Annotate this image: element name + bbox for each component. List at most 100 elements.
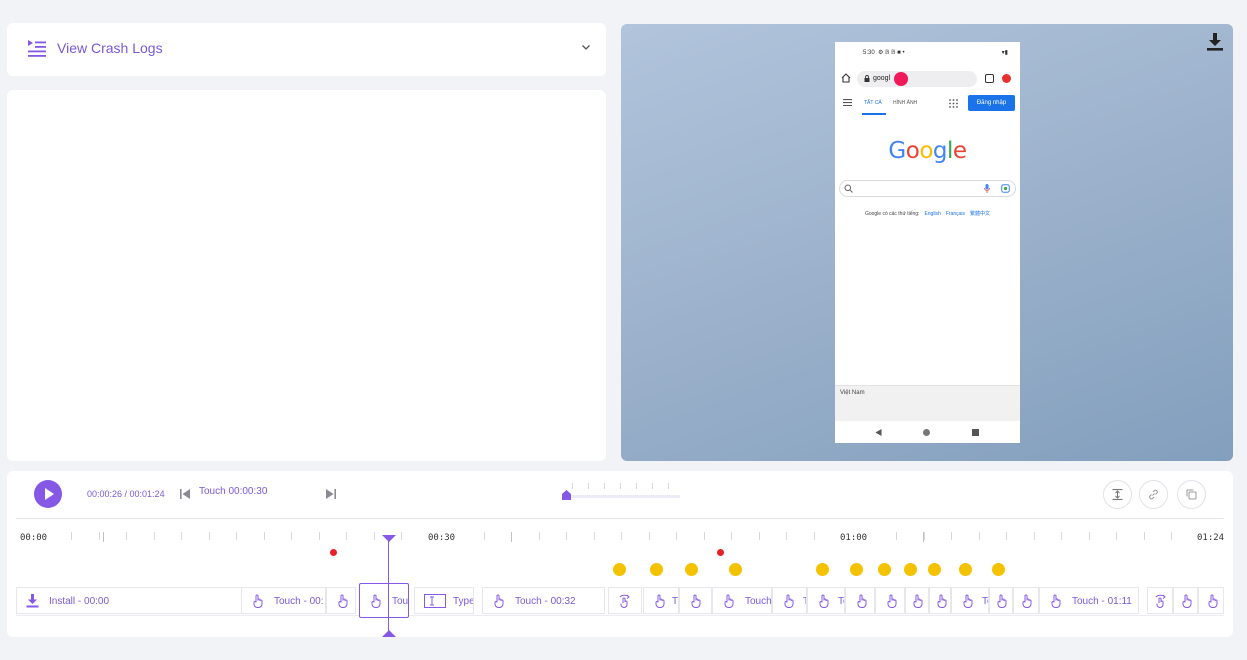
home-icon[interactable] — [841, 73, 851, 83]
timeline-event[interactable] — [875, 587, 905, 614]
skip-previous-icon[interactable] — [179, 488, 191, 500]
ruler-tick — [484, 532, 485, 540]
hand-pointer-icon — [724, 594, 734, 608]
ruler-label: 01:00 — [840, 533, 868, 543]
ruler-tick — [181, 532, 182, 540]
timeline-event[interactable] — [1198, 587, 1224, 614]
warning-marker[interactable] — [729, 563, 742, 576]
playhead-handle-top[interactable] — [382, 535, 396, 542]
timeline-event[interactable] — [929, 587, 951, 614]
hand-pointer-icon — [1182, 594, 1192, 608]
language-link[interactable]: English — [924, 211, 940, 217]
warning-marker[interactable] — [685, 563, 698, 576]
language-link[interactable]: Français — [946, 211, 965, 217]
hand-pointer-icon — [253, 594, 263, 608]
play-button[interactable] — [34, 480, 62, 508]
warning-marker[interactable] — [904, 563, 917, 576]
timeline-event[interactable] — [1147, 587, 1173, 614]
timeline-event[interactable]: Install - 00:00 — [16, 587, 242, 614]
lens-icon[interactable] — [1001, 184, 1010, 193]
nav-back-icon[interactable] — [875, 429, 882, 436]
playhead-handle-bottom[interactable] — [382, 630, 396, 637]
crash-marker[interactable] — [330, 549, 337, 556]
warning-marker[interactable] — [613, 563, 626, 576]
warning-marker[interactable] — [650, 563, 663, 576]
lock-icon — [864, 75, 870, 82]
hand-pointer-icon — [494, 594, 504, 608]
play-icon — [45, 488, 54, 500]
warning-marker[interactable] — [992, 563, 1005, 576]
timeline-event[interactable]: Touch - 01:11 — [1039, 587, 1139, 614]
timeline-event[interactable]: Touch - 00:32 — [482, 587, 605, 614]
warning-marker[interactable] — [928, 563, 941, 576]
speed-knob[interactable] — [562, 490, 571, 500]
timeline-event[interactable] — [989, 587, 1013, 614]
copy-button[interactable] — [1177, 480, 1206, 509]
timeline-event[interactable]: T — [643, 587, 679, 614]
address-bar[interactable]: googl ı — [857, 71, 977, 87]
apps-grid-icon[interactable] — [949, 99, 958, 108]
ruler-tick — [951, 532, 952, 540]
browser-menu-icon[interactable] — [1002, 74, 1011, 83]
fit-height-button[interactable] — [1103, 480, 1132, 509]
warning-marker[interactable] — [816, 563, 829, 576]
speed-tick — [668, 483, 669, 489]
speed-tick — [604, 483, 605, 489]
tab-all[interactable]: TẤT CẢ — [864, 100, 882, 106]
microphone-icon[interactable] — [984, 184, 990, 193]
speed-tick — [620, 483, 621, 489]
timeline-event[interactable] — [845, 587, 875, 614]
ruler-tick — [731, 532, 732, 540]
timeline-event[interactable]: Type — [414, 587, 474, 614]
skip-next-icon[interactable] — [325, 488, 337, 500]
ruler-tick-major — [103, 532, 104, 542]
nav-recents-icon[interactable] — [972, 429, 979, 436]
timeline-event[interactable]: To — [807, 587, 845, 614]
nav-home-icon[interactable] — [923, 429, 930, 436]
crash-marker[interactable] — [717, 549, 724, 556]
timeline-event[interactable]: Touch - 00: — [241, 587, 326, 614]
timeline-event[interactable]: T — [772, 587, 807, 614]
event-label: Tou — [392, 596, 409, 607]
timeline-event[interactable] — [608, 587, 642, 614]
timeline-event[interactable] — [905, 587, 929, 614]
chevron-down-icon[interactable] — [580, 41, 592, 53]
timeline-event-selected[interactable]: Tou — [359, 583, 409, 618]
speed-tick — [572, 483, 573, 489]
copy-link-button[interactable] — [1139, 480, 1168, 509]
timeline-event[interactable] — [326, 587, 356, 614]
timeline-divider — [16, 518, 1224, 519]
tab-images[interactable]: HÌNH ẢNH — [893, 100, 917, 106]
timeline-event[interactable] — [1173, 587, 1198, 614]
ruler-tick — [154, 532, 155, 540]
ruler-tick — [621, 532, 622, 540]
timeline-event[interactable]: To — [951, 587, 989, 614]
timeline-event[interactable] — [679, 587, 712, 614]
playhead[interactable] — [388, 537, 389, 635]
ruler-label: 00:30 — [428, 533, 456, 543]
ruler-tick — [1006, 532, 1007, 540]
playback-speed-slider[interactable] — [562, 481, 680, 501]
sign-in-button[interactable]: Đăng nhập — [968, 95, 1015, 111]
event-track: Install - 00:00 Touch - 00: Tou Type Tou… — [16, 583, 1224, 618]
ruler-tick — [1034, 532, 1035, 540]
warning-marker[interactable] — [959, 563, 972, 576]
ruler-tick-major — [511, 532, 512, 542]
language-link[interactable]: 繁體中文 — [970, 211, 990, 217]
warning-marker[interactable] — [850, 563, 863, 576]
warning-marker[interactable] — [878, 563, 891, 576]
timeline-event[interactable] — [1013, 587, 1039, 614]
timeline-event[interactable]: Touch — [712, 587, 772, 614]
event-label: Touch - 00: — [274, 596, 324, 607]
event-label: Install - 00:00 — [49, 596, 110, 607]
ruler-tick — [539, 532, 540, 540]
search-box[interactable] — [839, 180, 1016, 197]
ruler-tick — [649, 532, 650, 540]
device-screen[interactable]: 5:30 ⚙ 𝔹 𝔹 ■ • ▾▮ googl ı TẤT CẢ HÌNH ẢN… — [835, 42, 1020, 443]
ruler-tick-major — [923, 532, 924, 542]
crash-logs-header[interactable]: View Crash Logs — [7, 23, 606, 76]
download-icon[interactable] — [1206, 32, 1224, 52]
hamburger-menu-icon[interactable] — [843, 99, 852, 106]
tab-switcher-icon[interactable] — [985, 74, 994, 83]
event-label: Touch - 00:32 — [515, 596, 576, 607]
